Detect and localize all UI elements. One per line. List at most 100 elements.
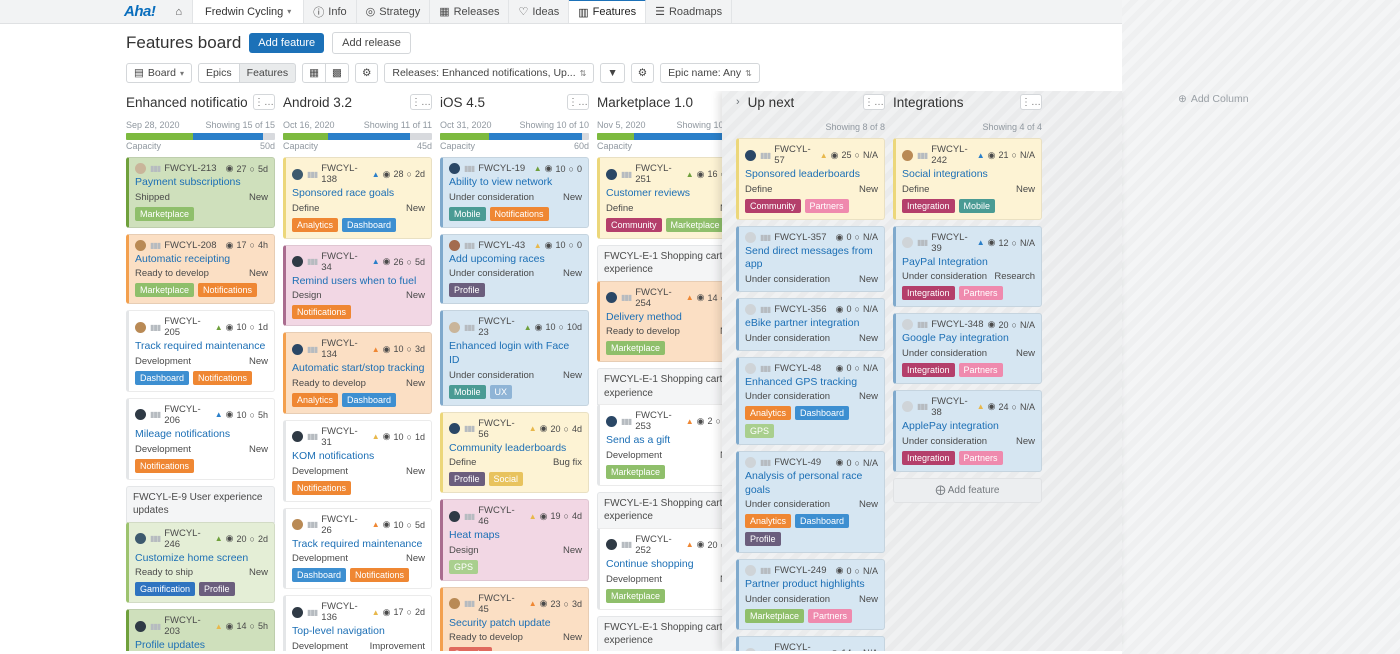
drag-handle-icon[interactable]: ▮▮▮ (307, 608, 317, 617)
card-tag[interactable]: Dashboard (135, 371, 189, 385)
epic-name-filter-dropdown[interactable]: Epic name: Any ⇅ (660, 63, 760, 83)
drag-handle-icon[interactable]: ▮▮▮ (307, 432, 317, 441)
card-tag[interactable]: Dashboard (342, 393, 396, 407)
card-tag[interactable]: Marketplace (135, 207, 194, 221)
card-tag[interactable]: Partners (959, 451, 1003, 465)
drag-handle-icon[interactable]: ▮▮▮ (760, 566, 770, 575)
card-tag[interactable]: Notifications (198, 283, 257, 297)
card-title[interactable]: Track required maintenance (135, 340, 268, 354)
drag-handle-icon[interactable]: ▮▮▮ (464, 424, 474, 433)
feature-card[interactable]: ▮▮▮FWCYL-134▲◉10○3dAutomatic start/stop … (283, 332, 432, 414)
card-title[interactable]: Sponsored leaderboards (745, 168, 878, 182)
card-tag[interactable]: Notifications (135, 459, 194, 473)
drag-handle-icon[interactable]: ▮▮▮ (150, 164, 160, 173)
card-tag[interactable]: Mobile (959, 199, 996, 213)
epic-group-header[interactable]: FWCYL-E-9 User experience updates (126, 486, 275, 523)
avatar[interactable] (292, 256, 303, 267)
card-tag[interactable]: Notifications (292, 481, 351, 495)
avatar[interactable] (745, 565, 756, 576)
feature-card[interactable]: ▮▮▮FWCYL-45▲◉23○3dSecurity patch updateR… (440, 587, 589, 651)
nav-item-roadmaps[interactable]: ☰ Roadmaps (646, 0, 732, 23)
board-column[interactable]: Android 3.2⋮…Oct 16, 2020Showing 11 of 1… (283, 91, 440, 651)
card-title[interactable]: KOM notifications (292, 450, 425, 464)
avatar[interactable] (745, 648, 756, 651)
avatar[interactable] (745, 232, 756, 243)
card-tag[interactable]: Integration (902, 363, 955, 377)
avatar[interactable] (449, 423, 460, 434)
card-title[interactable]: Send as a gift (606, 434, 739, 448)
feature-card[interactable]: ▮▮▮FWCYL-213◉27○5dPayment subscriptionsS… (126, 157, 275, 228)
drag-handle-icon[interactable]: ▮▮▮ (150, 534, 160, 543)
avatar[interactable] (449, 163, 460, 174)
drag-handle-icon[interactable]: ▮▮▮ (917, 402, 927, 411)
card-tag[interactable]: Notifications (350, 568, 409, 582)
drag-handle-icon[interactable]: ▮▮▮ (464, 599, 474, 608)
grid-small-icon[interactable]: ▦ (302, 63, 326, 83)
feature-card[interactable]: ▮▮▮FWCYL-249◉0○N/APartner product highli… (736, 559, 885, 630)
add-release-button[interactable]: Add release (332, 32, 411, 54)
avatar[interactable] (606, 539, 617, 550)
column-menu-button[interactable]: ⋮… (410, 94, 432, 110)
nav-item-releases[interactable]: ▦ Releases (430, 0, 509, 23)
drag-handle-icon[interactable]: ▮▮▮ (464, 241, 474, 250)
card-title[interactable]: Profile updates (135, 639, 268, 651)
card-tag[interactable]: Community (745, 199, 801, 213)
card-title[interactable]: eBike partner integration (745, 317, 878, 331)
drag-handle-icon[interactable]: ▮▮▮ (464, 164, 474, 173)
drag-handle-icon[interactable]: ▮▮▮ (621, 417, 631, 426)
card-tag[interactable]: Integration (902, 451, 955, 465)
drag-handle-icon[interactable]: ▮▮▮ (760, 305, 770, 314)
card-tag[interactable]: Profile (449, 283, 485, 297)
card-title[interactable]: Partner product highlights (745, 578, 878, 592)
card-tag[interactable]: Dashboard (292, 568, 346, 582)
drag-handle-icon[interactable]: ▮▮▮ (464, 512, 474, 521)
card-title[interactable]: Add upcoming races (449, 253, 582, 267)
card-title[interactable]: Google Pay integration (902, 332, 1035, 346)
card-tag[interactable]: GPS (745, 424, 774, 438)
avatar[interactable] (449, 511, 460, 522)
avatar[interactable] (449, 322, 460, 333)
feature-card[interactable]: ▮▮▮FWCYL-19▲◉10○0Ability to view network… (440, 157, 589, 228)
board-mode-dropdown[interactable]: ▤ Board ▾ (126, 63, 192, 83)
card-tag[interactable]: Notifications (193, 371, 252, 385)
card-title[interactable]: Delivery method (606, 311, 739, 325)
tab-epics[interactable]: Epics (198, 63, 240, 83)
nav-item-features[interactable]: ▥ Features (569, 0, 646, 23)
avatar[interactable] (745, 304, 756, 315)
column-menu-button[interactable]: ⋮… (1020, 94, 1042, 110)
card-tag[interactable]: Partners (805, 199, 849, 213)
card-title[interactable]: Enhanced GPS tracking (745, 376, 878, 390)
column-menu-button[interactable]: ⋮… (863, 94, 885, 110)
drag-handle-icon[interactable]: ▮▮▮ (760, 649, 770, 651)
feature-card[interactable]: ▮▮▮FWCYL-205▲◉10○1dTrack required mainte… (126, 310, 275, 392)
card-title[interactable]: Automatic receipting (135, 253, 268, 267)
card-tag[interactable]: Analytics (292, 218, 338, 232)
aha-logo[interactable]: Aha! (114, 0, 165, 23)
card-tag[interactable]: Social (489, 472, 524, 486)
avatar[interactable] (292, 431, 303, 442)
card-title[interactable]: Mileage notifications (135, 428, 268, 442)
feature-card[interactable]: ▮▮▮FWCYL-57▲◉25○N/ASponsored leaderboard… (736, 138, 885, 220)
drag-handle-icon[interactable]: ▮▮▮ (150, 241, 160, 250)
nav-item-info[interactable]: ⓘ Info (304, 0, 356, 23)
card-title[interactable]: Customize home screen (135, 552, 268, 566)
card-tag[interactable]: Partners (808, 609, 852, 623)
home-button[interactable]: ⌂ (165, 0, 193, 23)
card-title[interactable]: Ability to view network (449, 176, 582, 190)
avatar[interactable] (449, 240, 460, 251)
card-tag[interactable]: Marketplace (606, 341, 665, 355)
card-tag[interactable]: GPS (449, 560, 478, 574)
card-title[interactable]: Security patch update (449, 617, 582, 631)
card-title[interactable]: Sponsored race goals (292, 187, 425, 201)
drag-handle-icon[interactable]: ▮▮▮ (917, 151, 927, 160)
drag-handle-icon[interactable]: ▮▮▮ (150, 323, 160, 332)
drag-handle-icon[interactable]: ▮▮▮ (621, 293, 631, 302)
feature-card[interactable]: ▮▮▮FWCYL-136▲◉17○2dTop-level navigationD… (283, 595, 432, 651)
feature-card[interactable]: ▮▮▮FWCYL-208◉17○4hAutomatic receiptingRe… (126, 234, 275, 305)
feature-card[interactable]: ▮▮▮FWCYL-356◉0○N/AeBike partner integrat… (736, 298, 885, 351)
avatar[interactable] (902, 319, 913, 330)
feature-card[interactable]: ▮▮▮FWCYL-49◉0○N/AAnalysis of personal ra… (736, 451, 885, 553)
feature-card[interactable]: ▮▮▮FWCYL-46▲◉19○4dHeat mapsDesignNewGPS (440, 499, 589, 581)
avatar[interactable] (745, 457, 756, 468)
avatar[interactable] (745, 150, 756, 161)
